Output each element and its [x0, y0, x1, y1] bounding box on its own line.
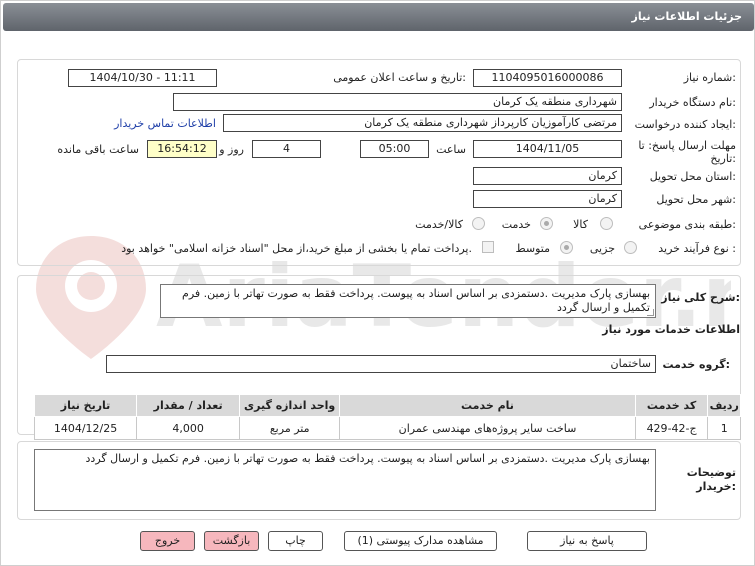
- summary-text: بهسازی پارک مدیریت .دستمزدی بر اساس اسنا…: [182, 287, 650, 314]
- attachments-button[interactable]: مشاهده مدارک پیوستی (1): [344, 531, 497, 551]
- col-code: کد خدمت: [634, 394, 709, 417]
- deadline-time-label: ساعت: [436, 143, 466, 156]
- window-frame: جزئیات اطلاعات نیاز AriaTender.net شماره…: [0, 0, 755, 566]
- category-option-service: خدمت: [501, 218, 531, 231]
- need-number-field: 1104095016000086: [473, 69, 622, 87]
- creator-label: ایجاد کننده درخواست:: [634, 118, 736, 131]
- category-radio-goods[interactable]: [600, 217, 613, 230]
- buyer-notes-text: بهسازی پارک مدیریت .دستمزدی بر اساس اسنا…: [85, 452, 650, 465]
- deadline-time-field: 05:00: [360, 140, 429, 158]
- summary-textarea[interactable]: بهسازی پارک مدیریت .دستمزدی بر اساس اسنا…: [160, 284, 656, 318]
- buyer-notes-label-line2: خریدار:: [696, 480, 736, 493]
- col-row: ردیف: [707, 394, 741, 417]
- back-button[interactable]: بازگشت: [204, 531, 259, 551]
- buyer-org-field: شهرداری منطقه یک کرمان: [173, 93, 622, 111]
- process-radio-minor[interactable]: [624, 241, 637, 254]
- summary-label: شرح کلی نیاز:: [661, 291, 740, 304]
- remaining-time-field: 16:54:12: [147, 140, 217, 158]
- need-number-label: شماره نیاز:: [683, 71, 736, 84]
- category-option-goods-service: کالا/خدمت: [415, 218, 463, 231]
- process-option-minor: جزیی: [589, 242, 615, 255]
- deadline-date-field: 1404/11/05: [473, 140, 622, 158]
- exit-button[interactable]: خروج: [140, 531, 195, 551]
- resize-handle-icon[interactable]: [647, 309, 654, 316]
- deadline-label-line2: تاریخ:: [710, 152, 736, 165]
- category-label: طبقه بندی موضوعی:: [638, 218, 736, 231]
- category-option-goods: کالا: [573, 218, 588, 231]
- deadline-label-line1: مهلت ارسال پاسخ: تا: [638, 139, 736, 152]
- process-label: نوع فرآیند خرید :: [658, 242, 736, 255]
- announce-label: تاریخ و ساعت اعلان عمومی:: [333, 71, 466, 84]
- category-radio-goods-service[interactable]: [472, 217, 485, 230]
- city-field: کرمان: [473, 190, 622, 208]
- cell-date: 1404/12/25: [33, 416, 138, 440]
- cell-quantity: 4,000: [136, 416, 241, 440]
- col-quantity: تعداد / مقدار: [136, 394, 241, 417]
- buyer-org-label: نام دستگاه خریدار:: [649, 96, 736, 109]
- remaining-label: ساعت باقی مانده: [57, 143, 139, 156]
- print-button[interactable]: چاپ: [268, 531, 323, 551]
- table-row: 1 ج-42-429 ساخت سایر پروژه‌های مهندسی عم…: [33, 416, 741, 440]
- cell-row: 1: [707, 416, 741, 440]
- contact-buyer-link[interactable]: اطلاعات تماس خریدار: [114, 117, 216, 130]
- city-label: شهر محل تحویل:: [656, 193, 736, 206]
- title-bar: جزئیات اطلاعات نیاز: [3, 3, 754, 31]
- process-radio-medium[interactable]: [560, 241, 573, 254]
- cell-code: ج-42-429: [634, 416, 709, 440]
- province-label: استان محل تحویل:: [649, 170, 736, 183]
- reply-button[interactable]: پاسخ به نیاز: [527, 531, 647, 551]
- services-table: ردیف کد خدمت نام خدمت واحد اندازه گیری ت…: [33, 394, 741, 440]
- treasury-note: پرداخت تمام یا بخشی از مبلغ خرید،از محل …: [121, 242, 472, 255]
- category-radio-service[interactable]: [540, 217, 553, 230]
- process-option-medium: متوسط: [515, 242, 550, 255]
- buyer-notes-label-line1: توضیحات: [686, 466, 736, 479]
- services-section-title: اطلاعات خدمات مورد نیاز: [602, 323, 740, 336]
- service-group-field: ساختمان: [106, 355, 656, 373]
- cell-unit: متر مربع: [239, 416, 341, 440]
- province-field: کرمان: [473, 167, 622, 185]
- col-unit: واحد اندازه گیری: [239, 394, 341, 417]
- creator-field: مرتضی کارآموزیان کارپرداز شهرداری منطقه …: [223, 114, 622, 132]
- table-header-row: ردیف کد خدمت نام خدمت واحد اندازه گیری ت…: [33, 394, 741, 417]
- col-name: نام خدمت: [339, 394, 636, 417]
- days-field: 4: [252, 140, 321, 158]
- buyer-notes-textarea[interactable]: بهسازی پارک مدیریت .دستمزدی بر اساس اسنا…: [34, 449, 656, 511]
- col-date: تاریخ نیاز: [33, 394, 138, 417]
- days-label: روز و: [219, 143, 244, 156]
- page-title: جزئیات اطلاعات نیاز: [631, 10, 743, 23]
- announce-field: 1404/10/30 - 11:11: [68, 69, 217, 87]
- cell-name: ساخت سایر پروژه‌های مهندسی عمران: [339, 416, 636, 440]
- service-group-label: گروه خدمت:: [662, 358, 730, 371]
- treasury-checkbox[interactable]: [482, 241, 494, 253]
- info-panel: [17, 59, 741, 266]
